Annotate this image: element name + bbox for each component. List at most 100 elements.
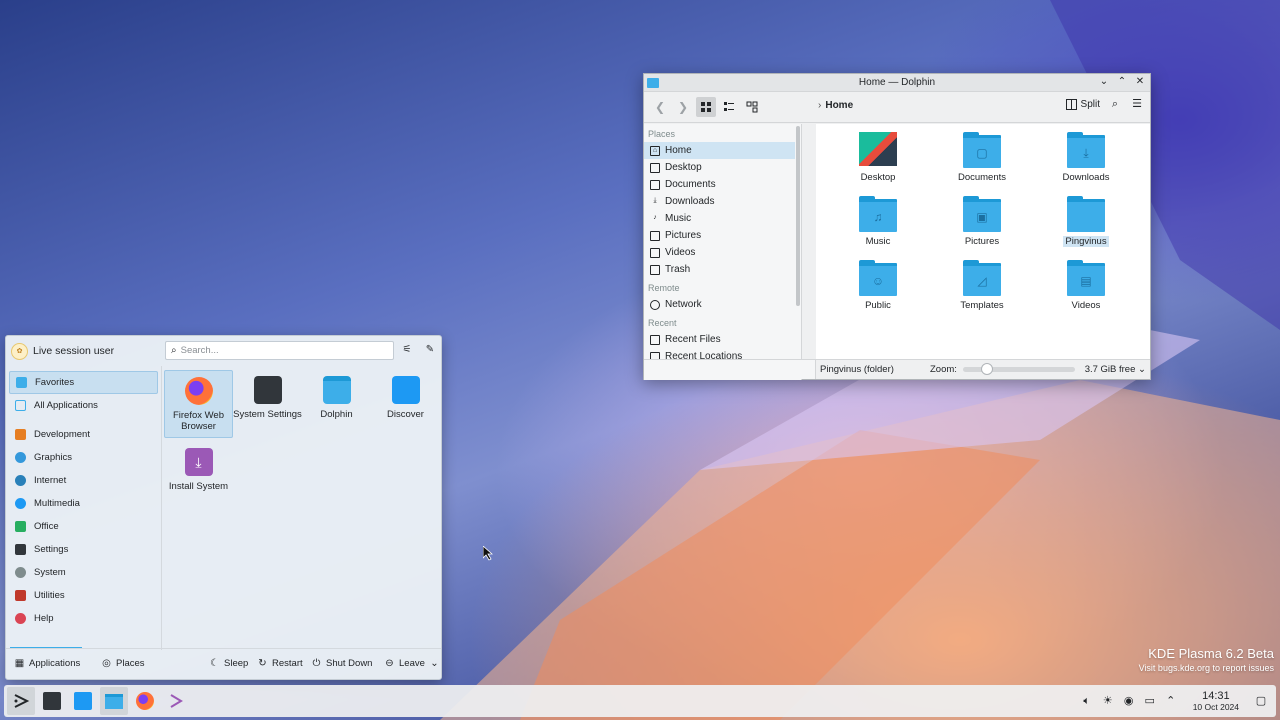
file-item[interactable]: ♫ Music (826, 196, 930, 260)
category-label: Development (34, 429, 90, 440)
task-firefox[interactable] (131, 687, 159, 715)
sleep-button[interactable]: ☾ Sleep (209, 658, 248, 669)
expand-tray-icon[interactable]: ⌃ (1164, 694, 1178, 708)
tab-places[interactable]: ◎ Places (101, 658, 144, 669)
place-recent-files[interactable]: Recent Files (644, 331, 795, 348)
app-dolphin[interactable]: Dolphin (302, 370, 371, 438)
forward-icon[interactable]: ❯ (673, 97, 693, 117)
category-development[interactable]: Development (9, 423, 158, 446)
category-help[interactable]: Help (9, 607, 158, 630)
category-label: Favorites (35, 377, 75, 388)
file-label: Public (865, 300, 891, 311)
breadcrumb-home[interactable]: Home (825, 100, 853, 111)
free-space[interactable]: 3.7 GiB free ⌄ (1085, 364, 1146, 375)
file-item[interactable]: ▢ Documents (930, 132, 1034, 196)
file-item[interactable]: ▣ Pictures (930, 196, 1034, 260)
brightness-icon[interactable]: ☀︎ (1101, 694, 1115, 708)
file-label: Music (865, 236, 891, 247)
place-pictures[interactable]: Pictures (644, 227, 795, 244)
category-label: Settings (34, 544, 69, 555)
pingvinus-folder-icon (1067, 196, 1105, 232)
category-settings[interactable]: Settings (9, 538, 158, 561)
place-videos[interactable]: Videos (644, 244, 795, 261)
app-firefox[interactable]: Firefox Web Browser (164, 370, 233, 438)
shutdown-button[interactable]: ⏻ Shut Down (311, 658, 373, 669)
place-network[interactable]: Network (644, 296, 795, 313)
battery-icon[interactable]: ◉ (1122, 694, 1136, 708)
search-box[interactable]: ⌕ (165, 341, 394, 360)
music-folder-icon: ♫ (859, 196, 897, 232)
icons-view-icon[interactable] (696, 97, 716, 117)
file-item[interactable]: Pingvinus (1034, 196, 1138, 260)
file-item[interactable]: ◿ Templates (930, 260, 1034, 324)
minimize-icon[interactable]: ⌄ (1098, 76, 1110, 88)
split-button[interactable]: Split (1065, 98, 1100, 110)
category-graphics[interactable]: Graphics (9, 446, 158, 469)
places-heading: Places (648, 129, 676, 139)
file-item[interactable]: ☺ Public (826, 260, 930, 324)
breadcrumb[interactable]: › Home (818, 100, 853, 111)
app-install-system[interactable]: ⤓ Install System (164, 442, 233, 510)
hamburger-menu-icon[interactable]: ☰ (1130, 97, 1144, 111)
file-view[interactable]: Desktop ▢ Documents ⤓ Downloads ♫ Music … (816, 124, 1150, 360)
place-desktop[interactable]: Desktop (644, 159, 795, 176)
volume-icon[interactable]: 🔈︎ (1080, 694, 1094, 708)
chevron-down-icon: ⌄ (430, 658, 439, 669)
star-icon (16, 377, 27, 388)
tab-applications[interactable]: ▦ Applications (14, 658, 80, 669)
avatar[interactable]: ✿ (11, 342, 28, 360)
search-icon[interactable]: ⌕ (1108, 97, 1122, 111)
compact-view-icon[interactable] (719, 97, 739, 117)
back-icon[interactable]: ❮ (650, 97, 670, 117)
category-utilities[interactable]: Utilities (9, 584, 158, 607)
watermark-title: KDE Plasma 6.2 Beta (1148, 646, 1274, 661)
place-music[interactable]: ♪ Music (644, 210, 795, 227)
file-item[interactable]: Desktop (826, 132, 930, 196)
place-documents[interactable]: Documents (644, 176, 795, 193)
place-downloads[interactable]: ⤓ Downloads (644, 193, 795, 210)
place-home[interactable]: ⌂ Home (644, 142, 795, 159)
place-trash[interactable]: Trash (644, 261, 795, 278)
task-system-settings[interactable] (38, 687, 66, 715)
recent-files-icon (650, 334, 660, 345)
file-item[interactable]: ⤓ Downloads (1034, 132, 1138, 196)
details-view-icon[interactable] (742, 97, 762, 117)
search-input[interactable] (180, 345, 371, 356)
leave-button[interactable]: ⊖ Leave ⌄ (384, 658, 440, 669)
system-tray: 🔈︎ ☀︎ ◉ ▭ ⌃ 14:31 10 Oct 2024 ▢ (1080, 689, 1268, 713)
category-multimedia[interactable]: Multimedia (9, 492, 158, 515)
zoom-slider-handle[interactable] (980, 363, 993, 375)
app-system-settings[interactable]: System Settings (233, 370, 302, 438)
network-icon[interactable]: ▭ (1143, 694, 1157, 708)
close-icon[interactable]: ✕ (1134, 76, 1146, 88)
show-desktop-icon[interactable]: ▢ (1254, 694, 1268, 708)
restart-button[interactable]: ↻ Restart (257, 658, 302, 669)
category-all-applications[interactable]: All Applications (9, 394, 158, 417)
task-install-system[interactable] (162, 687, 190, 715)
zoom-slider[interactable] (962, 363, 1075, 375)
zoom-control: Zoom: (930, 363, 1075, 375)
split-icon (1065, 98, 1077, 110)
system-settings-icon (253, 376, 282, 404)
file-item[interactable]: ▤ Videos (1034, 260, 1138, 324)
configure-icon[interactable]: ⚟ (401, 344, 413, 356)
titlebar[interactable]: Home — Dolphin ⌄ ⌃ ✕ (644, 74, 1150, 92)
task-discover[interactable] (69, 687, 97, 715)
app-launcher-button[interactable] (7, 687, 35, 715)
beta-watermark: KDE Plasma 6.2 Beta Visit bugs.kde.org t… (1139, 646, 1274, 673)
app-discover[interactable]: Discover (371, 370, 440, 438)
category-favorites[interactable]: Favorites (9, 371, 158, 394)
task-dolphin[interactable] (100, 687, 128, 715)
category-internet[interactable]: Internet (9, 469, 158, 492)
place-label: Videos (665, 247, 696, 258)
category-system[interactable]: System (9, 561, 158, 584)
maximize-icon[interactable]: ⌃ (1116, 76, 1128, 88)
taskbar-panel: 🔈︎ ☀︎ ◉ ▭ ⌃ 14:31 10 Oct 2024 ▢ (4, 685, 1276, 717)
dolphin-window[interactable]: Home — Dolphin ⌄ ⌃ ✕ ❮ ❯ › Home Split ⌕ ☰ (643, 73, 1151, 380)
category-office[interactable]: Office (9, 515, 158, 538)
multimedia-icon (15, 498, 26, 509)
pin-icon[interactable]: ✎ (424, 344, 436, 356)
clock[interactable]: 14:31 10 Oct 2024 (1193, 690, 1239, 712)
place-label: Trash (665, 264, 691, 275)
sidebar-scrollbar[interactable] (796, 126, 800, 306)
